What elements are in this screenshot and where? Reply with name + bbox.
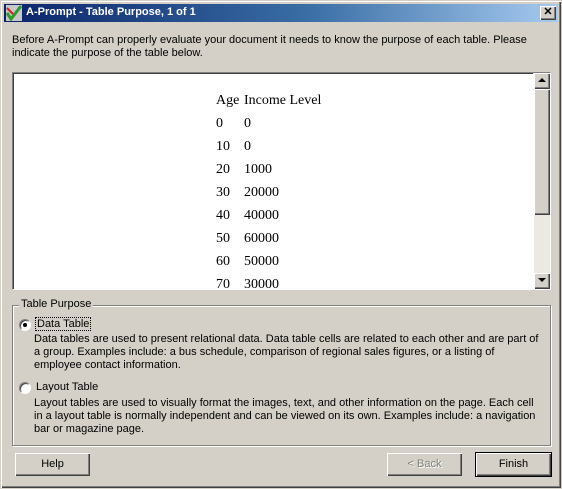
- cell-age: 50: [216, 231, 230, 246]
- back-button-label: < Back: [407, 458, 442, 470]
- table-purpose-label: Table Purpose: [19, 298, 94, 310]
- cell-income: 40000: [244, 208, 279, 223]
- header-cell-income: Income Level: [244, 93, 322, 108]
- scrollbar-thumb[interactable]: [534, 89, 550, 215]
- window-title: A-Prompt - Table Purpose, 1 of 1: [26, 6, 196, 18]
- scroll-down-button[interactable]: [534, 273, 550, 289]
- table-row: 20 1000: [216, 162, 325, 185]
- table-preview-content: Age Income Level 00 10 0 20 1000 30 20000 4…: [13, 73, 533, 289]
- table-preview-pane[interactable]: Age Income Level 00 10 0 20 1000 30 20000 4…: [12, 72, 551, 290]
- finish-button[interactable]: Finish: [476, 453, 551, 476]
- table-row: 60 50000: [216, 254, 325, 277]
- cell-income: 0: [244, 139, 251, 154]
- help-button-label: Help: [41, 458, 64, 470]
- arrow-down-icon: [538, 278, 546, 282]
- cell-income: 1000: [244, 162, 272, 177]
- preview-table: Age Income Level 00 10 0 20 1000 30 20000 4…: [216, 93, 325, 289]
- intro-text: Before A-Prompt can properly evaluate yo…: [12, 34, 527, 59]
- radio-label-data-table[interactable]: Data Table: [34, 317, 92, 331]
- vertical-scrollbar[interactable]: [534, 73, 550, 289]
- arrow-up-icon: [538, 78, 546, 82]
- close-icon: ✕: [543, 6, 553, 18]
- preview-header-row: Age Income Level: [216, 93, 325, 116]
- radio-button-selected[interactable]: [19, 319, 31, 331]
- layout-table-description: Layout tables are used to visually forma…: [34, 397, 536, 435]
- finish-button-label: Finish: [498, 458, 529, 470]
- help-button[interactable]: Help: [15, 453, 90, 476]
- cell-age: 0: [216, 116, 223, 131]
- cell-age: 60: [216, 254, 230, 269]
- a-prompt-checkmark-icon: [6, 5, 22, 21]
- data-table-description: Data tables are used to present relation…: [34, 333, 539, 371]
- table-row: 00: [216, 116, 325, 139]
- radio-label-layout-table[interactable]: Layout Table: [36, 381, 98, 393]
- cell-income: 50000: [244, 254, 279, 269]
- table-row: 40 40000: [216, 208, 325, 231]
- cell-income: 0: [244, 116, 251, 131]
- back-button[interactable]: < Back: [387, 453, 462, 476]
- title-bar[interactable]: A-Prompt - Table Purpose, 1 of 1 ✕: [4, 4, 558, 22]
- cell-age: 30: [216, 185, 230, 200]
- table-row: 10 0: [216, 139, 325, 162]
- cell-age: 10: [216, 139, 230, 154]
- cell-income: 30000: [244, 277, 279, 289]
- scroll-up-button[interactable]: [534, 73, 550, 89]
- header-cell-age: Age: [216, 93, 240, 108]
- cell-income: 20000: [244, 185, 279, 200]
- table-row: 70 30000: [216, 277, 325, 289]
- cell-age: 40: [216, 208, 230, 223]
- close-button[interactable]: ✕: [540, 6, 556, 20]
- cell-age: 20: [216, 162, 230, 177]
- dialog-window: A-Prompt - Table Purpose, 1 of 1 ✕ Befor…: [0, 0, 562, 489]
- cell-age: 70: [216, 277, 230, 289]
- table-row: 30 20000: [216, 185, 325, 208]
- radio-button-unselected[interactable]: [19, 382, 31, 394]
- table-row: 50 60000: [216, 231, 325, 254]
- cell-income: 60000: [244, 231, 279, 246]
